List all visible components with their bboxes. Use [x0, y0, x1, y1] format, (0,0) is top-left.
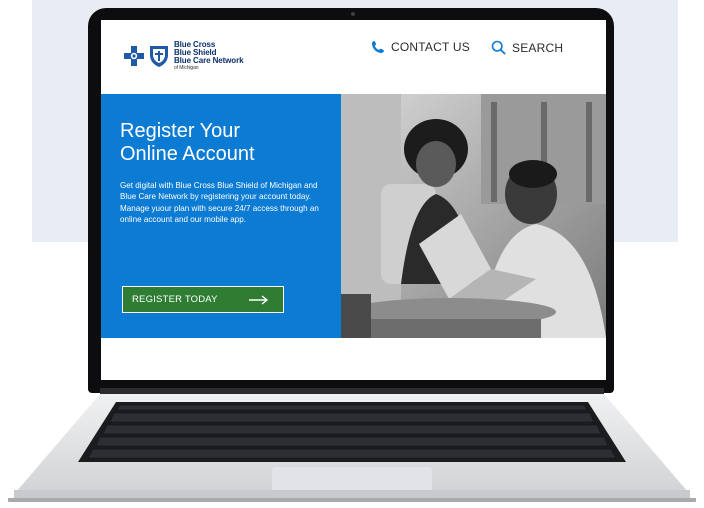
hero-photo-couple-laptop [341, 94, 606, 338]
hero-title-line-2: Online Account [120, 143, 255, 165]
search-icon [491, 40, 506, 55]
brand-line-3: Blue Care Network [174, 55, 244, 65]
blue-shield-logo-icon [150, 46, 168, 67]
blue-cross-logo-icon [124, 46, 144, 66]
site-header: Blue Cross Blue Shield Blue Care Network… [101, 20, 606, 94]
laptop-screen: Blue Cross Blue Shield Blue Care Network… [101, 20, 606, 380]
arrow-right-icon [249, 294, 269, 305]
register-today-button[interactable]: REGISTER TODAY [122, 286, 284, 313]
contact-us-label: CONTACT US [391, 40, 470, 54]
brand-logo[interactable]: Blue Cross Blue Shield Blue Care Network… [123, 36, 244, 76]
webcam [351, 12, 355, 16]
laptop-base-shadow [8, 498, 696, 502]
search-link[interactable]: SEARCH [491, 40, 563, 55]
hero-description: Get digital with Blue Cross Blue Shield … [120, 181, 319, 225]
hero-text-panel: Register Your Online Account Get digital… [101, 94, 341, 338]
hero-title-line-1: Register Your [120, 120, 241, 142]
brand-line-4: of Michigan [174, 64, 199, 71]
page-content-area [101, 338, 606, 380]
register-today-label: REGISTER TODAY [132, 294, 218, 305]
hero-photo-illustration [341, 94, 606, 338]
contact-us-link[interactable]: CONTACT US [371, 40, 470, 54]
phone-icon [372, 41, 384, 53]
hero-title: Register Your Online Account [120, 120, 330, 166]
search-label: SEARCH [512, 40, 564, 55]
hero-section: Register Your Online Account Get digital… [101, 94, 606, 338]
trackpad[interactable] [272, 467, 432, 491]
